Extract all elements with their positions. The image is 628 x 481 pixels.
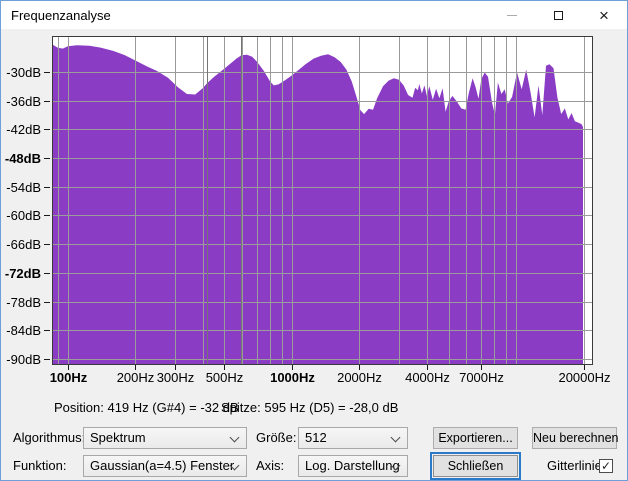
function-select[interactable]: Gaussian(a=4.5) Fenster <box>83 455 247 477</box>
close-icon: × <box>599 7 609 24</box>
size-label: Größe: <box>256 427 296 449</box>
x-axis-label: 7000Hz <box>459 370 504 385</box>
x-axis-label: 20000Hz <box>558 370 610 385</box>
axis-value: Log. Darstellung <box>305 458 400 473</box>
gridlines-checkbox[interactable]: ✓ <box>599 459 613 473</box>
y-axis-label: -60dB <box>6 208 41 223</box>
minimize-button[interactable] <box>489 1 535 29</box>
cursor-position-readout: Position: 419 Hz (G#4) = -32 dB <box>54 400 239 415</box>
spectrum-chart[interactable]: -30dB -36dB -42dB -48dB -54dB -60dB -66dB -72dB… <box>1 29 628 397</box>
checkmark-icon: ✓ <box>601 460 611 472</box>
maximize-icon <box>554 11 563 20</box>
y-axis-label: -54dB <box>6 180 41 195</box>
axis-label: Axis: <box>256 455 284 477</box>
status-bar: Position: 419 Hz (G#4) = -32 dB Spitze: … <box>1 400 627 416</box>
minimize-icon <box>507 15 517 16</box>
algorithm-label: Algorithmus: <box>13 427 85 449</box>
y-axis-label: -30dB <box>6 65 41 80</box>
x-axis-label: 200Hz <box>117 370 155 385</box>
x-axis-label: 500Hz <box>206 370 244 385</box>
frequency-analysis-window: Frequenzanalyse × -30dB -36dB -42dB -48dB -5… <box>0 0 628 481</box>
function-label: Funktion: <box>13 455 66 477</box>
window-buttons: × <box>489 1 627 29</box>
y-axis-label: -36dB <box>6 94 41 109</box>
algorithm-select[interactable]: Spektrum <box>83 427 247 449</box>
close-button[interactable]: × <box>581 1 627 29</box>
x-axis-label: 300Hz <box>157 370 195 385</box>
spectrum-area <box>52 44 583 365</box>
x-axis-label: 100Hz <box>50 370 88 385</box>
y-axis-label: -78dB <box>6 295 41 310</box>
peak-readout: Spitze: 595 Hz (D5) = -28,0 dB <box>221 400 398 415</box>
chevron-down-icon <box>230 433 240 443</box>
y-axis-label: -72dB <box>5 266 41 281</box>
maximize-button[interactable] <box>535 1 581 29</box>
x-axis-label: 4000Hz <box>405 370 450 385</box>
close-dialog-button[interactable]: Schließen <box>433 455 518 477</box>
y-axis-label: -90dB <box>6 352 41 367</box>
x-axis-label: 1000Hz <box>270 370 315 385</box>
chevron-down-icon <box>391 433 401 443</box>
axis-select[interactable]: Log. Darstellung <box>298 455 408 477</box>
y-axis-label: -66dB <box>6 237 41 252</box>
y-axis-label: -84dB <box>6 323 41 338</box>
size-select[interactable]: 512 <box>298 427 408 449</box>
y-axis-label: -42dB <box>6 122 41 137</box>
export-button[interactable]: Exportieren... <box>433 427 518 449</box>
y-axis-label: -48dB <box>5 151 41 166</box>
window-title: Frequenzanalyse <box>1 8 489 23</box>
function-value: Gaussian(a=4.5) Fenster <box>90 458 234 473</box>
x-axis-label: 2000Hz <box>337 370 382 385</box>
recalculate-button[interactable]: Neu berechnen <box>532 427 617 449</box>
dialog-content: -30dB -36dB -42dB -48dB -54dB -60dB -66dB -72dB… <box>1 29 627 480</box>
size-value: 512 <box>305 430 327 445</box>
titlebar[interactable]: Frequenzanalyse × <box>1 1 627 29</box>
algorithm-value: Spektrum <box>90 430 146 445</box>
